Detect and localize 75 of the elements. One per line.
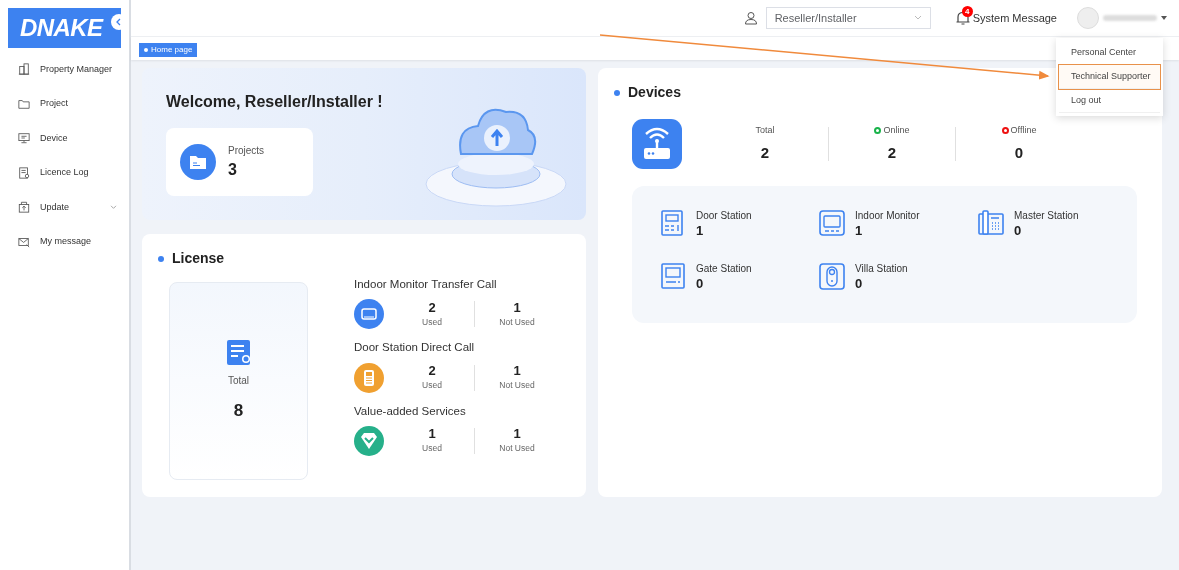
tab[interactable]: Home page	[139, 43, 198, 57]
count-label: Not Used	[499, 315, 535, 329]
device-type-name: Gate Station	[696, 262, 752, 276]
gate-station-icon	[660, 263, 686, 290]
keypad-icon	[354, 362, 384, 393]
projects-count: 3	[228, 159, 238, 180]
role-select[interactable]: Reseller/Installer	[765, 7, 931, 29]
document-icon	[18, 166, 30, 179]
blurred-username	[1103, 15, 1157, 21]
service-name: Door Station Direct Call	[354, 340, 476, 356]
router-icon	[632, 119, 682, 169]
sidebar-item[interactable]: Property Manager	[0, 52, 129, 87]
indoor-monitor-icon	[819, 210, 845, 237]
summary-label: Offline	[1010, 123, 1037, 137]
sidebar-item[interactable]: Project	[0, 86, 129, 121]
door-station-icon	[660, 210, 686, 237]
chevron-left-icon	[115, 18, 123, 26]
sidebar-item[interactable]: Update	[0, 190, 129, 225]
count: 1	[428, 426, 436, 443]
count-label: Not Used	[499, 379, 535, 392]
device-count: 0	[696, 276, 705, 291]
count: 1	[513, 299, 521, 316]
count: 1	[513, 363, 521, 380]
menu-item[interactable]: Log out	[1059, 89, 1160, 113]
devices-title: Devices	[628, 83, 681, 102]
count: 1	[513, 426, 521, 443]
sidebar-item[interactable]: Device	[0, 121, 129, 156]
folder-icon	[180, 144, 216, 180]
summary-count: 2	[760, 143, 770, 163]
doorbell-icon	[819, 263, 845, 290]
logo: DNAKE	[20, 13, 103, 43]
device-count: 1	[855, 223, 864, 238]
count-label: Used	[422, 315, 442, 329]
summary-count: 0	[1014, 143, 1024, 163]
count-label: Used	[422, 379, 442, 392]
device-type-name: Door Station	[696, 209, 752, 223]
desk-phone-icon	[978, 210, 1004, 237]
device-type-name: Master Station	[1014, 209, 1079, 223]
device-count: 0	[1014, 223, 1023, 238]
device-count: 0	[855, 276, 864, 291]
bell-icon[interactable]	[954, 10, 971, 26]
count-label: Used	[422, 442, 442, 456]
count: 2	[428, 363, 436, 380]
notification-badge: 4	[961, 6, 973, 17]
monitor-icon	[18, 132, 30, 145]
sidebar-item[interactable]: My message	[0, 224, 129, 259]
monitor-icon	[354, 299, 384, 330]
certificate-icon	[225, 339, 252, 367]
caret-down-icon[interactable]	[1161, 16, 1167, 20]
envelope-icon	[18, 235, 30, 248]
count: 2	[428, 299, 436, 316]
system-message-link[interactable]: System Message	[972, 9, 1057, 27]
welcome-title: Welcome, Reseller/Installer !	[166, 92, 384, 112]
sidebar-item[interactable]: Licence Log	[0, 155, 129, 190]
summary-label: Total	[755, 123, 775, 137]
service-name: Indoor Monitor Transfer Call	[354, 277, 498, 292]
license-title: License	[172, 249, 225, 268]
upload-box-icon	[18, 201, 30, 214]
user-icon	[743, 11, 758, 25]
projects-label: Projects	[228, 143, 265, 158]
total-count: 8	[233, 400, 244, 422]
building-icon	[18, 63, 30, 76]
total-label: Total	[227, 374, 250, 388]
folder-icon	[18, 97, 30, 110]
device-type-name: Indoor Monitor	[855, 209, 920, 223]
chevron-down-icon	[110, 204, 117, 210]
projects-card[interactable]: Projects 3	[166, 128, 313, 196]
summary-label: Online	[883, 123, 910, 137]
device-type-name: Villa Station	[855, 262, 908, 276]
chevron-down-icon	[913, 15, 922, 21]
service-name: Value-added Services	[354, 403, 467, 419]
menu-item[interactable]: Technical Supporter	[1059, 65, 1160, 89]
summary-count: 2	[887, 143, 897, 163]
device-count: 1	[696, 223, 705, 238]
count-label: Not Used	[499, 442, 535, 456]
